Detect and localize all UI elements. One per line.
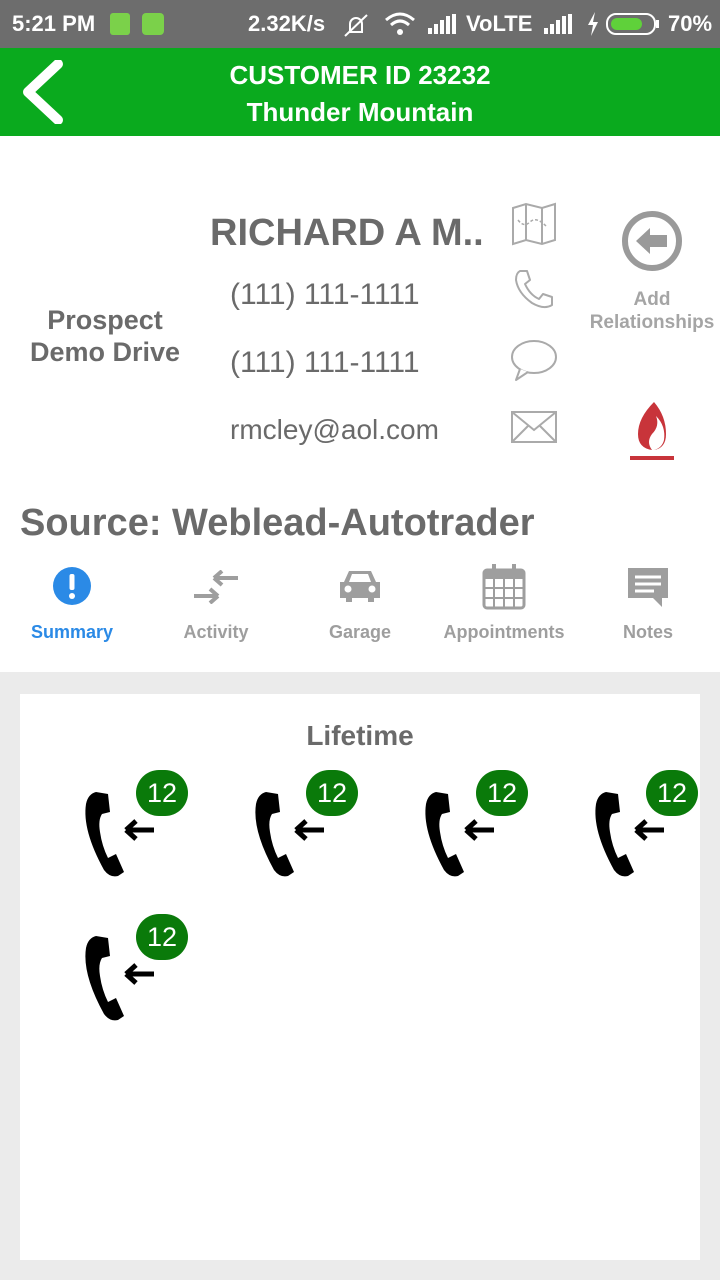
lifetime-heading: Lifetime	[306, 720, 414, 751]
add-relationships-icon[interactable]	[621, 210, 683, 272]
dealership-name: Thunder Mountain	[246, 97, 474, 127]
inbound-call-count: 12	[306, 770, 358, 816]
inbound-call-stat[interactable]: 12	[420, 770, 540, 880]
sms-chat-icon[interactable]	[510, 338, 558, 382]
phone-primary[interactable]: (111) 111-1111	[230, 278, 420, 312]
tab-summary-label: Summary	[30, 622, 114, 642]
tab-activity-label: Activity	[183, 622, 249, 642]
charging-icon	[588, 12, 598, 36]
add-relationships-label[interactable]: Add Relationships	[586, 288, 718, 334]
tab-notes-label: Notes	[622, 622, 673, 642]
tab-appointments-label: Appointments	[443, 622, 565, 642]
signal-icon	[428, 14, 456, 34]
inbound-call-count: 12	[136, 770, 188, 816]
inbound-call-stat[interactable]: 12	[590, 770, 710, 880]
customer-email[interactable]: rmcley@aol.com	[230, 414, 439, 446]
inbound-call-count: 12	[646, 770, 698, 816]
inbound-call-stat[interactable]: 12	[80, 914, 200, 1024]
calendar-icon	[482, 564, 526, 610]
hot-lead-flame-icon	[630, 402, 674, 460]
app-bar: CUSTOMER ID 23232 Thunder Mountain	[0, 48, 720, 136]
battery-level: 70%	[668, 11, 713, 36]
inbound-call-stat[interactable]: 12	[80, 770, 200, 880]
summary-card: Lifetime 12 12 12 12 12	[20, 694, 700, 1260]
tab-garage-label: Garage	[328, 622, 392, 642]
network-type: VoLTE	[466, 11, 533, 36]
inbound-call-stat[interactable]: 12	[250, 770, 370, 880]
lead-status: Prospect Demo Drive	[20, 304, 190, 368]
phone-secondary[interactable]: (111) 111-1111	[230, 346, 420, 380]
map-icon[interactable]	[510, 202, 558, 246]
email-envelope-icon[interactable]	[510, 410, 558, 444]
battery-icon	[606, 13, 659, 35]
mute-icon	[344, 14, 368, 37]
lead-status-detail: Demo Drive	[29, 337, 181, 367]
activity-arrows-icon	[194, 570, 238, 604]
inbound-call-count: 12	[476, 770, 528, 816]
lead-status-label: Prospect	[47, 305, 163, 335]
customer-name: RICHARD A M..	[210, 212, 484, 254]
sim-icon	[110, 13, 130, 35]
phone-call-icon[interactable]	[512, 268, 556, 310]
lead-source: Source: Weblead-Autotrader	[20, 502, 535, 544]
wifi-icon	[385, 12, 415, 35]
inbound-call-count: 12	[136, 914, 188, 960]
customer-id-title: CUSTOMER ID 23232	[229, 60, 491, 90]
status-bar: 5:21 PM 2.32K/s VoLTE 70%	[0, 0, 720, 48]
notes-icon	[628, 568, 668, 607]
summary-alert-icon	[53, 567, 91, 605]
app-notification-icon	[142, 13, 164, 35]
car-icon	[340, 571, 380, 602]
net-speed: 2.32K/s	[248, 11, 326, 36]
signal-2-icon	[544, 14, 572, 34]
status-time: 5:21 PM	[12, 11, 96, 36]
